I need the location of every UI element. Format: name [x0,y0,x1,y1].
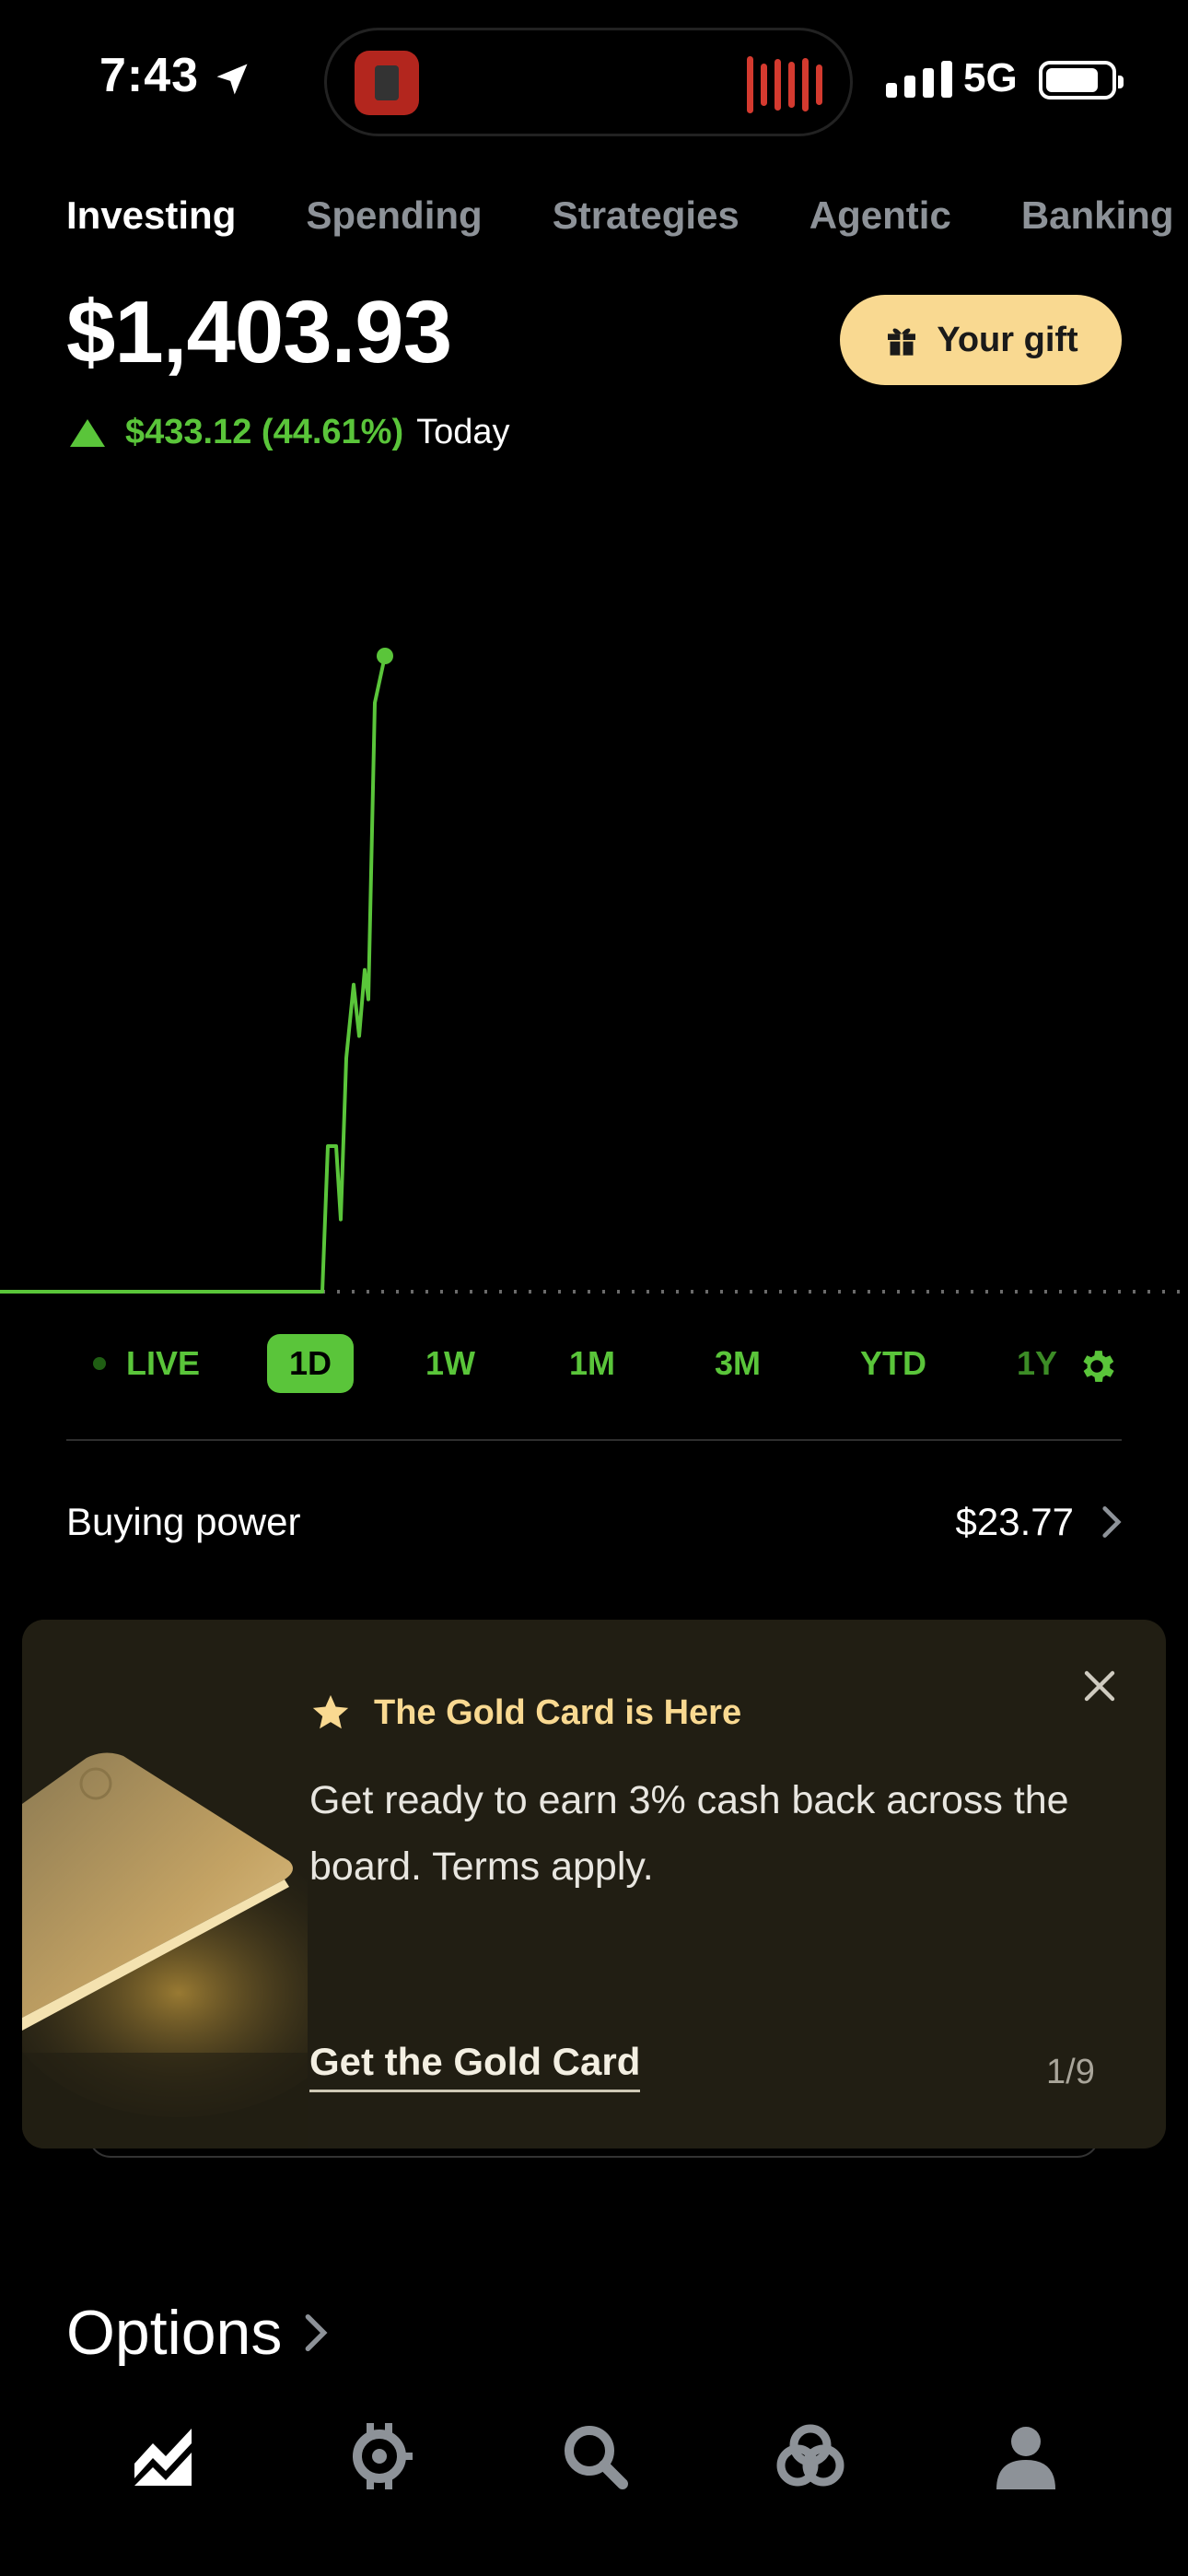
dynamic-island[interactable] [324,28,853,136]
close-icon[interactable] [1081,1668,1118,1704]
current-value-point [377,648,393,664]
gift-icon [888,328,916,356]
buying-power-value: $23.77 [955,1500,1074,1543]
options-section-header[interactable]: Options [66,2289,328,2377]
star-icon [312,1694,349,1729]
top-tab-bar: Investing Spending Strategies Agentic Ba… [66,193,1174,238]
up-arrow-icon [70,418,105,447]
options-label: Options [66,2298,283,2368]
promo-page-indicator: 1/9 [1046,2053,1095,2091]
person-icon[interactable] [989,2419,1063,2493]
strategies-icon[interactable] [774,2419,847,2493]
range-live[interactable]: LIVE [87,1334,206,1393]
time-range-selector: LIVE 1D 1W 1M 3M YTD 1Y [0,1334,1188,1399]
chevron-right-icon [1102,1506,1122,1538]
gold-card-image [22,1620,308,2149]
battery-icon [1039,61,1124,100]
location-arrow-icon [216,64,248,95]
tab-agentic[interactable]: Agentic [809,193,951,238]
search-icon[interactable] [558,2419,632,2493]
tab-investing[interactable]: Investing [66,193,236,238]
tab-spending[interactable]: Spending [306,193,482,238]
live-dot-icon [92,1357,106,1370]
gear-icon[interactable] [1076,1345,1118,1388]
chart-icon[interactable] [127,2419,201,2493]
daily-change: $433.12 (44.61%) Today [70,413,510,452]
tab-strategies[interactable]: Strategies [553,193,740,238]
promo-title: The Gold Card is Here [374,1692,742,1732]
promo-header: The Gold Card is Here [309,1692,741,1734]
range-1y[interactable]: 1Y [1009,1334,1065,1393]
status-bar: 7:43 5G [0,0,1188,166]
network-type: 5G [963,55,1018,100]
buying-power-label: Buying power [66,1500,301,1543]
range-ytd[interactable]: YTD [847,1334,939,1393]
range-1m[interactable]: 1M [551,1334,634,1393]
portfolio-balance: $1,403.93 [66,283,452,381]
cellular-signal-icon [886,61,952,98]
portfolio-series-line [0,655,387,1294]
tab-banking[interactable]: Banking [1021,193,1174,238]
portfolio-chart[interactable] [0,590,1188,1308]
audio-waveform-icon [747,56,822,113]
your-gift-button[interactable]: Your gift [840,295,1122,385]
divider [66,1439,1122,1441]
app-screen: 7:43 5G Investing Spending Strategies Ag… [0,0,1188,2576]
your-gift-label: Your gift [937,320,1078,359]
range-1d[interactable]: 1D [267,1334,354,1393]
buying-power-row[interactable]: Buying power $23.77 [66,1485,1122,1559]
status-time: 7:43 [99,49,200,102]
gold-card-promo[interactable]: The Gold Card is Here Get ready to earn … [22,1620,1166,2149]
range-3m[interactable]: 3M [696,1334,779,1393]
change-period: Today [416,413,510,451]
promo-body: Get ready to earn 3% cash back across th… [309,1778,1069,1889]
get-gold-card-link[interactable]: Get the Gold Card [309,2040,641,2092]
crypto-icon[interactable] [343,2419,416,2493]
change-value: $433.12 (44.61%) [125,413,404,451]
live-activity-app-icon [355,51,419,115]
range-live-label: LIVE [125,1344,200,1382]
bottom-nav [0,2366,1188,2576]
range-1w[interactable]: 1W [409,1334,492,1393]
chevron-right-icon [305,2313,328,2352]
